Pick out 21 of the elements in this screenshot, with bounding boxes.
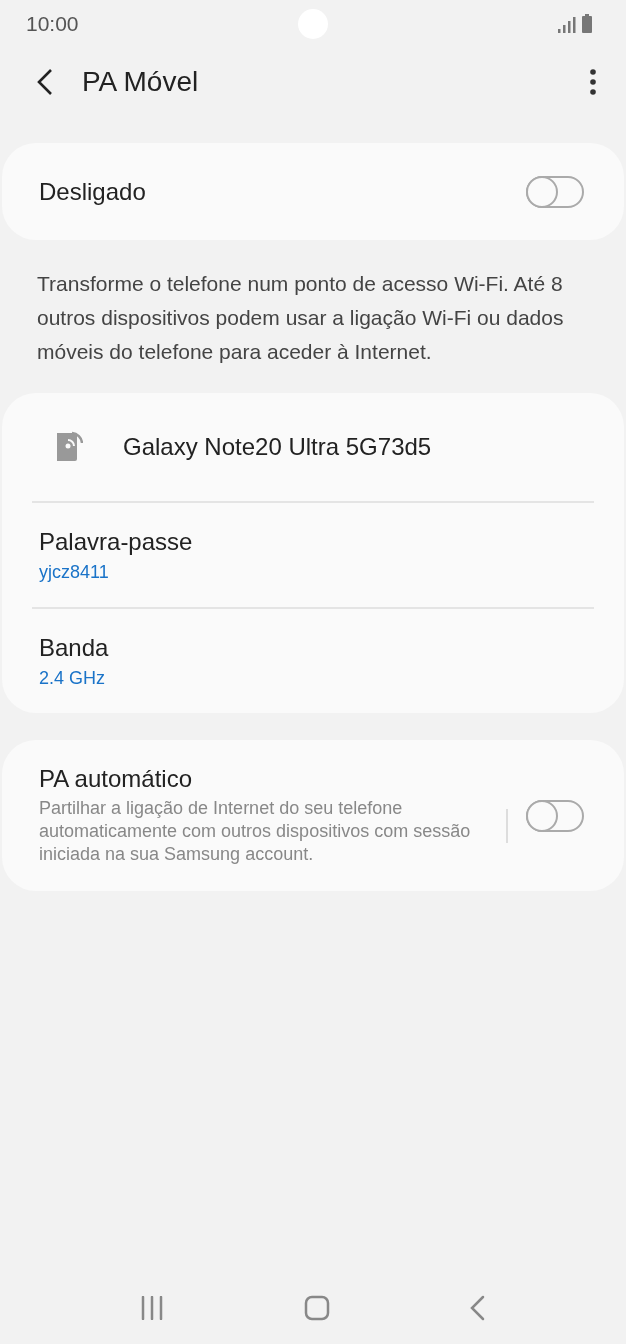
back-nav-icon[interactable] [470, 1295, 486, 1321]
page-title: PA Móvel [82, 66, 200, 98]
setting-value: yjcz8411 [39, 561, 110, 583]
hotspot-device-icon [55, 431, 83, 463]
setting-label: Palavra-passe [39, 527, 194, 556]
home-icon[interactable] [304, 1295, 330, 1321]
auto-hotspot-toggle[interactable] [526, 799, 584, 832]
more-options-icon[interactable] [590, 69, 596, 95]
setting-label: Banda [39, 633, 110, 662]
description-text: Transforme o telefone num ponto de acesso Wi-Fi. Até 8 outros dispositivos podem usar a ligação Wi-Fi ou dados móveis do telefone para aceder à Internet. [36, 271, 565, 365]
switch-label: Desligado [39, 177, 146, 206]
hotspot-toggle[interactable] [526, 175, 584, 208]
back-icon[interactable] [36, 68, 54, 96]
auto-hotspot-title: PA automático [39, 765, 193, 793]
auto-hotspot-summary: Partilhar a ligação de Internet do seu telefone automaticamente com outros dispositivos com sessão iniciada na sua Samsung account. [39, 797, 472, 866]
recent-apps-icon[interactable] [140, 1296, 164, 1320]
setting-item[interactable]: Palavra-passe yjcz8411 [32, 503, 594, 609]
setting-item[interactable]: Banda 2.4 GHz [32, 609, 594, 713]
setting-value: 2.4 GHz [39, 667, 107, 689]
network-name: Galaxy Note20 Ultra 5G73d5 [123, 433, 432, 461]
status-time: 10:00 [26, 12, 79, 36]
